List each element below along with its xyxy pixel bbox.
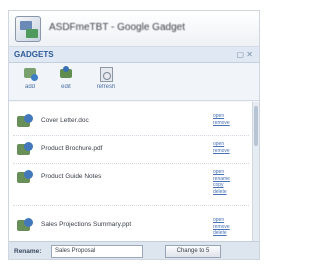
title-bar: ASDFmeTBT - Google Gadget <box>9 11 259 47</box>
list-item-title[interactable]: Cover Letter.doc <box>41 117 89 124</box>
list-item-links: open remove <box>213 113 230 126</box>
refresh-button[interactable]: refresh <box>89 66 123 98</box>
list-item-title[interactable]: Sales Projections Summary.ppt <box>41 221 131 228</box>
scrollbar-thumb[interactable] <box>254 106 258 146</box>
edit-icon <box>58 66 74 82</box>
rename-label: Rename: <box>14 248 42 255</box>
list-item-title[interactable]: Product Guide Notes <box>41 173 101 180</box>
add-button[interactable]: add <box>13 66 47 98</box>
edit-button-label: edit <box>61 84 71 90</box>
add-icon <box>22 66 38 82</box>
file-icon <box>17 170 35 186</box>
delete-link[interactable]: delete <box>213 189 230 196</box>
file-icon <box>17 114 35 130</box>
list-item-links: open remove <box>213 141 230 154</box>
list-item[interactable]: Cover Letter.doc open remove <box>13 110 249 136</box>
add-button-label: add <box>24 84 35 90</box>
list-item[interactable]: Product Guide Notes open rename copy del… <box>13 166 249 206</box>
list-item[interactable]: Product Brochure.pdf open remove <box>13 138 249 164</box>
window-title: ASDFmeTBT - Google Gadget <box>49 22 185 33</box>
section-controls[interactable]: ▢ ✕ <box>237 50 253 59</box>
list-item-links: open rename copy delete <box>213 169 230 195</box>
gadget-window: ASDFmeTBT - Google Gadget GADGETS ▢ ✕ ad… <box>8 10 260 260</box>
section-header: GADGETS ▢ ✕ <box>9 47 259 63</box>
edit-button[interactable]: edit <box>49 66 83 98</box>
list-scrollbar[interactable] <box>252 102 259 241</box>
file-icon <box>17 218 35 234</box>
list-item-title[interactable]: Product Brochure.pdf <box>41 145 102 152</box>
remove-link[interactable]: remove <box>213 148 230 155</box>
rename-bar: Rename: Sales Proposal Change to 5 <box>9 241 259 259</box>
rename-input[interactable]: Sales Proposal <box>51 245 143 258</box>
refresh-button-label: refresh <box>96 84 116 90</box>
refresh-icon <box>98 66 114 82</box>
file-list: Cover Letter.doc open remove Product Bro… <box>9 102 254 241</box>
section-label: GADGETS <box>14 50 54 59</box>
list-item-links: open remove delete <box>213 217 230 237</box>
toolbar: add edit refresh <box>9 63 259 101</box>
change-button[interactable]: Change to 5 <box>165 245 221 258</box>
remove-link[interactable]: remove <box>213 120 230 127</box>
list-item[interactable]: Sales Projections Summary.ppt open remov… <box>13 214 249 241</box>
delete-link[interactable]: delete <box>213 230 230 237</box>
gadget-app-icon <box>15 16 41 42</box>
file-icon <box>17 142 35 158</box>
